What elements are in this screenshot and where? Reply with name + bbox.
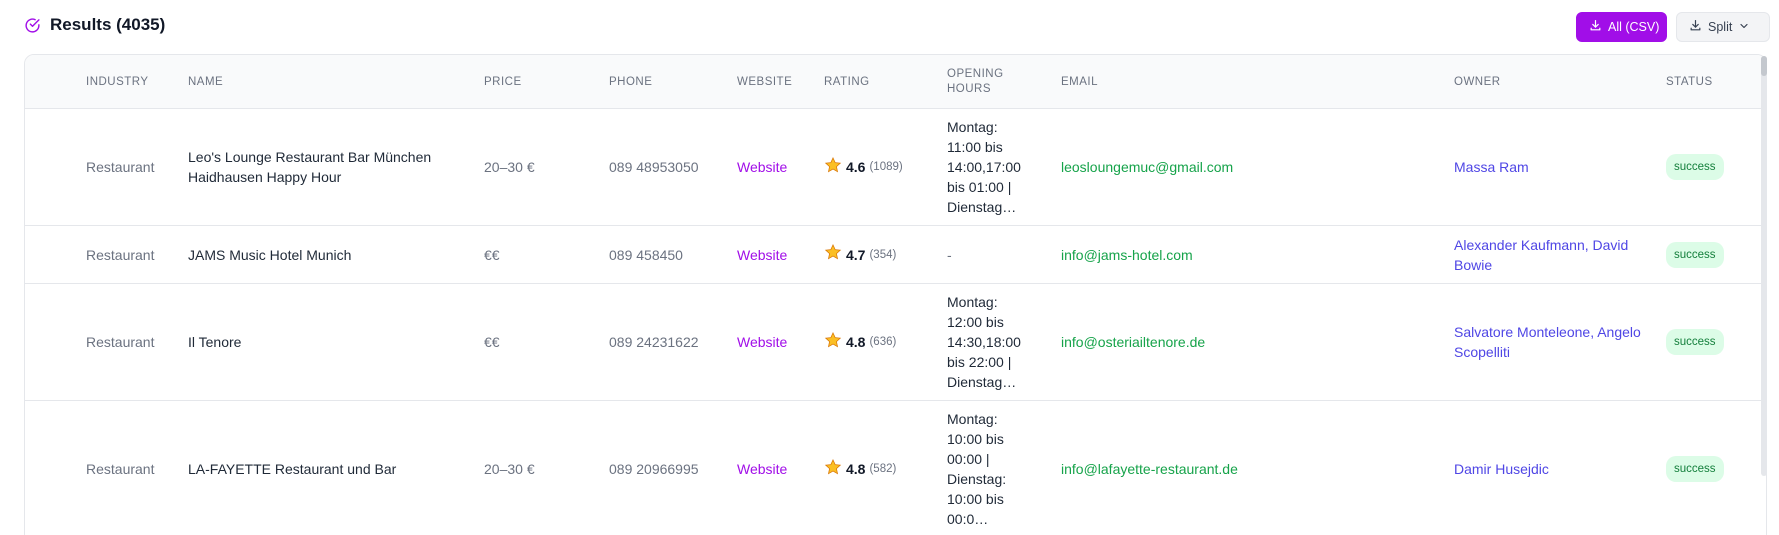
scrollbar-track[interactable] <box>1761 56 1767 476</box>
website-link[interactable]: Website <box>737 401 787 535</box>
cell-industry: Restaurant <box>86 461 155 477</box>
cell-phone: 089 24231622 <box>609 334 699 350</box>
column-header-price[interactable]: PRICE <box>484 55 522 109</box>
email-link[interactable]: info@lafayette-restaurant.de <box>1061 401 1238 535</box>
cell-name: LA-FAYETTE Restaurant und Bar <box>188 461 397 477</box>
cell-price: €€ <box>484 334 500 350</box>
status-cell: success <box>1666 226 1724 283</box>
title-wrap: Results (4035) <box>24 15 165 35</box>
column-header-website[interactable]: WEBSITE <box>737 55 792 109</box>
rating-count: (354) <box>869 248 897 261</box>
cell-phone: 089 20966995 <box>609 461 699 477</box>
cell-rating: 4.6 (1089) <box>824 109 903 225</box>
column-header-name[interactable]: NAME <box>188 55 223 109</box>
export-csv-label: All (CSV) <box>1608 20 1660 34</box>
status-badge: success <box>1666 241 1724 268</box>
star-icon <box>824 243 842 266</box>
column-header-opening-hours[interactable]: OPENING HOURS <box>947 55 1027 109</box>
cell-name: Il Tenore <box>188 334 242 350</box>
website-link[interactable]: Website <box>737 284 787 400</box>
owner-link[interactable]: Damir Husejdic <box>1454 401 1654 535</box>
cell-price: 20–30 € <box>484 159 535 175</box>
star-icon <box>824 331 842 354</box>
table-row[interactable]: Restaurant LA-FAYETTE Restaurant und Bar… <box>25 401 1766 535</box>
cell-industry: Restaurant <box>86 334 155 350</box>
cell-price: 20–30 € <box>484 461 535 477</box>
column-header-email[interactable]: EMAIL <box>1061 55 1098 109</box>
download-icon <box>1589 19 1602 35</box>
column-header-status[interactable]: STATUS <box>1666 55 1713 109</box>
column-header-rating[interactable]: RATING <box>824 55 870 109</box>
email-link[interactable]: info@jams-hotel.com <box>1061 226 1193 283</box>
cell-opening-hours: Montag: 12:00 bis 14:30,18:00 bis 22:00 … <box>947 294 1021 390</box>
cell-name: Leo's Lounge Restaurant Bar München Haid… <box>188 149 432 185</box>
rating-count: (1089) <box>869 161 903 173</box>
cell-opening-hours: - <box>947 246 952 263</box>
rating-value: 4.7 <box>846 246 866 263</box>
cell-phone: 089 458450 <box>609 246 683 263</box>
status-cell: success <box>1666 109 1724 225</box>
owner-link[interactable]: Massa Ram <box>1454 109 1654 225</box>
email-link[interactable]: info@osteriailtenore.de <box>1061 284 1205 400</box>
cell-rating: 4.8 (582) <box>824 401 896 535</box>
cell-phone: 089 48953050 <box>609 159 699 175</box>
website-link[interactable]: Website <box>737 226 787 283</box>
cell-rating: 4.7 (354) <box>824 226 896 283</box>
status-badge: success <box>1666 329 1724 355</box>
owner-link[interactable]: Alexander Kaufmann, David Bowie <box>1454 226 1654 283</box>
column-header-industry[interactable]: INDUSTRY <box>86 55 149 109</box>
table-row[interactable]: Restaurant Leo's Lounge Restaurant Bar M… <box>25 109 1766 226</box>
cell-industry: Restaurant <box>86 246 155 263</box>
email-link[interactable]: leosloungemuc@gmail.com <box>1061 109 1233 225</box>
table-row[interactable]: Restaurant Il Tenore €€ 089 24231622 Web… <box>25 284 1766 401</box>
check-circle-icon <box>24 17 41 34</box>
status-badge: success <box>1666 154 1724 180</box>
cell-price: €€ <box>484 246 500 263</box>
status-cell: success <box>1666 401 1724 535</box>
cell-opening-hours: Montag: 11:00 bis 14:00,17:00 bis 01:00 … <box>947 119 1021 215</box>
rating-count: (636) <box>869 336 897 348</box>
rating-value: 4.6 <box>846 159 866 175</box>
table-row[interactable]: Restaurant JAMS Music Hotel Munich €€ 08… <box>25 226 1766 284</box>
scrollbar-thumb[interactable] <box>1761 56 1767 76</box>
column-header-owner[interactable]: OWNER <box>1454 55 1501 109</box>
status-badge: success <box>1666 456 1724 482</box>
download-icon <box>1689 19 1702 35</box>
status-cell: success <box>1666 284 1724 400</box>
rating-value: 4.8 <box>846 334 866 350</box>
cell-opening-hours: Montag: 10:00 bis 00:00 | Dienstag: 10:0… <box>947 411 1007 527</box>
star-icon <box>824 156 842 179</box>
cell-rating: 4.8 (636) <box>824 284 896 400</box>
column-header-phone[interactable]: PHONE <box>609 55 652 109</box>
website-link[interactable]: Website <box>737 109 787 225</box>
table-header: INDUSTRY NAME PRICE PHONE WEBSITE RATING… <box>25 55 1766 109</box>
results-table: INDUSTRY NAME PRICE PHONE WEBSITE RATING… <box>24 54 1767 535</box>
cell-name: JAMS Music Hotel Munich <box>188 246 352 263</box>
export-csv-button[interactable]: All (CSV) <box>1576 12 1667 42</box>
owner-link[interactable]: Salvatore Monteleone, Angelo Scopelliti <box>1454 284 1654 400</box>
rating-count: (582) <box>869 463 897 475</box>
page-title: Results (4035) <box>50 15 166 34</box>
split-label: Split <box>1708 20 1733 34</box>
split-button[interactable]: Split <box>1676 12 1770 42</box>
cell-industry: Restaurant <box>86 159 155 175</box>
rating-value: 4.8 <box>846 461 866 477</box>
star-icon <box>824 458 842 481</box>
chevron-down-icon <box>1738 20 1750 35</box>
results-header: Results (4035) All (CSV) Split <box>24 12 1779 42</box>
